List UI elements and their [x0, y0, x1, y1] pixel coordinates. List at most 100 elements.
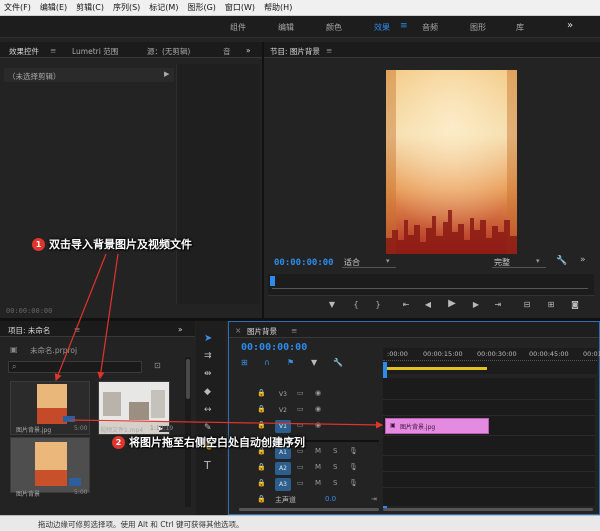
- work-area-bar[interactable]: [385, 367, 487, 370]
- master-volume[interactable]: 0.0: [325, 495, 336, 503]
- timeline-timecode[interactable]: 00:00:00:00: [241, 342, 307, 353]
- lock-icon[interactable]: 🔒: [257, 463, 266, 471]
- timeline-zoom-scrollbar[interactable]: [383, 506, 593, 512]
- more-panels-icon[interactable]: »: [246, 46, 251, 55]
- program-timecode[interactable]: 00:00:00:00: [274, 258, 334, 268]
- workspace-audio[interactable]: 音频: [422, 22, 438, 33]
- sync-lock-icon[interactable]: ▭: [297, 421, 304, 429]
- workspace-menu-icon[interactable]: ≡: [400, 21, 408, 31]
- menu-window[interactable]: 窗口(W): [225, 2, 255, 13]
- close-icon[interactable]: ×: [235, 326, 241, 335]
- wrench-icon[interactable]: 🔧: [556, 256, 567, 266]
- workspace-libraries[interactable]: 库: [516, 22, 524, 33]
- track-label[interactable]: V2: [275, 404, 291, 417]
- pen-tool-icon[interactable]: ✎: [204, 423, 212, 433]
- menu-marker[interactable]: 标记(M): [149, 2, 178, 13]
- tab-source[interactable]: 源：(无剪辑): [147, 46, 190, 57]
- tab-lumetri-scopes[interactable]: Lumetri 范围: [72, 46, 118, 57]
- lift-icon[interactable]: ⊟: [520, 300, 534, 310]
- add-marker-icon[interactable]: ▼: [326, 300, 338, 310]
- linked-selection-icon[interactable]: ⚑: [287, 358, 294, 367]
- timeline-menu-icon[interactable]: ≡: [291, 326, 297, 335]
- track-label[interactable]: A3: [275, 478, 291, 491]
- menu-graphics[interactable]: 图形(G): [187, 2, 215, 13]
- vertical-divider[interactable]: [262, 42, 264, 318]
- play-only-icon[interactable]: ▶: [164, 70, 169, 78]
- lock-icon[interactable]: 🔒: [257, 479, 266, 487]
- mute-button[interactable]: M: [315, 447, 321, 455]
- extract-icon[interactable]: ⊞: [544, 300, 558, 310]
- track-area[interactable]: ▣ 图片背景.jpg: [383, 378, 595, 506]
- tab-audio[interactable]: 音: [223, 46, 231, 57]
- go-to-out-icon[interactable]: ⇥: [492, 300, 504, 310]
- snap-icon[interactable]: ∩: [264, 358, 270, 367]
- menu-clip[interactable]: 剪辑(C): [76, 2, 104, 13]
- program-title[interactable]: 节目: 图片背景: [270, 46, 320, 57]
- program-more-icon[interactable]: »: [580, 255, 586, 265]
- solo-button[interactable]: S: [333, 463, 337, 471]
- program-menu-icon[interactable]: ≡: [326, 46, 332, 55]
- step-back-icon[interactable]: ◀: [422, 300, 434, 310]
- track-select-tool-icon[interactable]: ⇉: [204, 351, 212, 361]
- project-item[interactable]: [10, 437, 90, 493]
- effect-controls-timecode[interactable]: 00:00:00:00: [6, 307, 52, 315]
- timeline-horizontal-scrollbar[interactable]: [239, 506, 379, 512]
- mark-in-icon[interactable]: {: [350, 300, 362, 310]
- add-marker-icon[interactable]: ▼: [311, 358, 317, 367]
- play-icon[interactable]: ▶: [446, 299, 458, 309]
- new-bin-icon[interactable]: ⊡: [154, 361, 161, 370]
- menu-file[interactable]: 文件(F): [4, 2, 31, 13]
- microphone-icon[interactable]: 🎙: [349, 479, 358, 487]
- mark-out-icon[interactable]: }: [372, 300, 384, 310]
- project-scrollbar[interactable]: [185, 357, 191, 507]
- track-label[interactable]: A2: [275, 462, 291, 475]
- tab-effect-controls[interactable]: 效果控件: [9, 46, 39, 57]
- timeline-settings-icon[interactable]: 🔧: [333, 358, 343, 367]
- selection-tool-icon[interactable]: ➤: [204, 333, 212, 344]
- sync-lock-icon[interactable]: ▭: [297, 463, 304, 471]
- workspace-effects[interactable]: 效果: [374, 22, 390, 33]
- quality-dropdown[interactable]: 完整 ▾: [492, 256, 546, 268]
- eye-icon[interactable]: ◉: [315, 421, 321, 429]
- project-menu-icon[interactable]: ≡: [74, 325, 80, 334]
- lock-icon[interactable]: 🔒: [257, 495, 266, 503]
- export-frame-icon[interactable]: ◙: [568, 300, 582, 310]
- go-to-in-icon[interactable]: ⇤: [400, 300, 412, 310]
- workspace-editing[interactable]: 编辑: [278, 22, 294, 33]
- sync-lock-icon[interactable]: ▭: [297, 479, 304, 487]
- lock-icon[interactable]: 🔒: [257, 389, 266, 397]
- timeline-title[interactable]: 图片背景: [247, 326, 277, 337]
- go-to-end-icon[interactable]: ⇥: [371, 495, 377, 503]
- workspace-color[interactable]: 颜色: [326, 22, 342, 33]
- project-title[interactable]: 项目: 未命名: [8, 325, 50, 336]
- timeline-clip[interactable]: ▣ 图片背景.jpg: [385, 418, 489, 434]
- razor-tool-icon[interactable]: ◆: [204, 387, 211, 397]
- sync-lock-icon[interactable]: ▭: [297, 389, 304, 397]
- solo-button[interactable]: S: [333, 447, 337, 455]
- step-forward-icon[interactable]: ▶: [470, 300, 482, 310]
- workspace-graphics[interactable]: 图形: [470, 22, 486, 33]
- track-label[interactable]: V3: [275, 388, 291, 401]
- ripple-edit-tool-icon[interactable]: ⇹: [204, 369, 212, 379]
- workspace-assembly[interactable]: 组件: [230, 22, 246, 33]
- lock-icon[interactable]: 🔒: [257, 405, 266, 413]
- eye-icon[interactable]: ◉: [315, 389, 321, 397]
- zoom-dropdown[interactable]: 适合 ▾: [342, 256, 396, 268]
- project-more-icon[interactable]: »: [178, 325, 183, 334]
- solo-button[interactable]: S: [333, 479, 337, 487]
- slip-tool-icon[interactable]: ↔: [204, 405, 212, 415]
- sync-lock-icon[interactable]: ▭: [297, 405, 304, 413]
- mute-button[interactable]: M: [315, 479, 321, 487]
- panel-menu-icon[interactable]: ≡: [50, 46, 56, 55]
- menu-sequence[interactable]: 序列(S): [113, 2, 140, 13]
- microphone-icon[interactable]: 🎙: [349, 463, 358, 471]
- program-scrubber[interactable]: [268, 274, 594, 296]
- track-label[interactable]: V1: [275, 420, 291, 433]
- lock-icon[interactable]: 🔒: [257, 421, 266, 429]
- time-ruler[interactable]: :00:00 00:00:15:00 00:00:30:00 00:00:45:…: [383, 348, 600, 374]
- menu-edit[interactable]: 编辑(E): [40, 2, 67, 13]
- playhead-marker[interactable]: [270, 276, 275, 286]
- mute-button[interactable]: M: [315, 463, 321, 471]
- eye-icon[interactable]: ◉: [315, 405, 321, 413]
- project-search-input[interactable]: ⌕: [8, 361, 142, 373]
